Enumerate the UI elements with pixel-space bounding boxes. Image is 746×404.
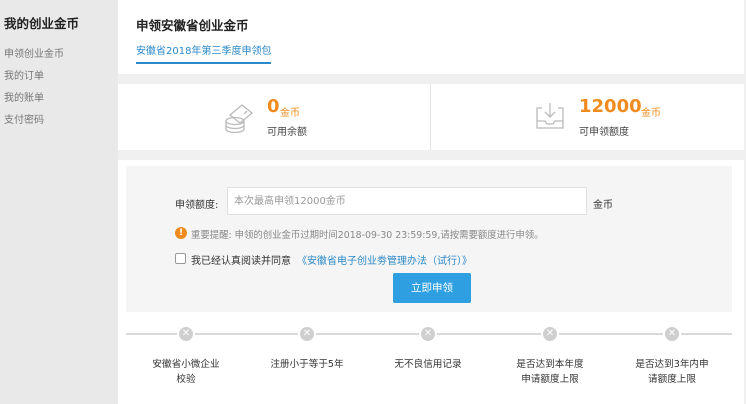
page-title: 申领安徽省创业金币 — [136, 18, 249, 33]
step-label: 无不良信用记录 — [394, 359, 462, 370]
warning-icon: ! — [175, 227, 187, 239]
main-content: 申领安徽省创业金币 安徽省2018年第三季度申领包 0 金币 可用余额 1200… — [118, 0, 744, 404]
sidebar: 我的创业金币 申领创业金币 我的订单 我的账单 支付密码 — [0, 0, 118, 404]
stats-divider — [430, 84, 431, 150]
expiry-notice: 重要提醒: 申领的创业金币过期时间2018-09-30 23:59:59,请按需… — [191, 230, 544, 241]
step-label: 是否达到本年度 申请额度上限 — [516, 359, 584, 385]
download-tray-icon — [536, 103, 564, 129]
x-icon: ✕ — [177, 325, 195, 343]
tab-q3-package[interactable]: 安徽省2018年第三季度申领包 — [136, 42, 272, 64]
eligibility-steps: ✕ 安徽省小微企业 校验 ✕ 注册小于等于5年 ✕ 无不良信用记录 ✕ 是否达到… — [126, 320, 732, 404]
balance-value: 0 — [267, 96, 280, 117]
balance-label: 可用余额 — [267, 127, 307, 138]
agree-text: 我已经认真阅读并同意 — [191, 256, 291, 267]
quota-label: 可申领额度 — [579, 127, 629, 138]
apply-form: 申领额度: 金币 ! 重要提醒: 申领的创业金币过期时间2018-09-30 2… — [126, 166, 732, 312]
x-icon: ✕ — [298, 325, 316, 343]
amount-input[interactable] — [227, 187, 587, 215]
sidebar-item-pay-password[interactable]: 支付密码 — [4, 111, 44, 126]
sidebar-item-orders[interactable]: 我的订单 — [4, 67, 44, 82]
quota-unit: 金币 — [641, 108, 661, 119]
x-icon: ✕ — [663, 325, 681, 343]
sidebar-item-apply[interactable]: 申领创业金币 — [4, 45, 64, 60]
sidebar-item-bills[interactable]: 我的账单 — [4, 89, 44, 104]
apply-now-button[interactable]: 立即申领 — [393, 273, 471, 303]
stats-panel: 0 金币 可用余额 12000 金币 可申领额度 — [118, 84, 744, 150]
coins-icon — [225, 104, 254, 134]
apply-panel: 申领额度: 金币 ! 重要提醒: 申领的创业金币过期时间2018-09-30 2… — [118, 160, 744, 404]
step-label: 注册小于等于5年 — [270, 359, 344, 370]
amount-label: 申领额度: — [175, 200, 219, 211]
x-icon: ✕ — [419, 325, 437, 343]
balance-unit: 金币 — [280, 108, 300, 119]
x-icon: ✕ — [541, 325, 559, 343]
sidebar-title: 我的创业金币 — [4, 16, 80, 31]
quota-value: 12000 — [579, 96, 642, 117]
step-label: 安徽省小微企业 校验 — [152, 359, 220, 385]
step-label: 是否达到3年内申 请额度上限 — [635, 359, 709, 385]
header-panel: 申领安徽省创业金币 安徽省2018年第三季度申领包 — [118, 0, 744, 74]
policy-link[interactable]: 《安徽省电子创业劵管理办法（试行）》 — [297, 252, 472, 267]
amount-unit: 金币 — [593, 200, 613, 211]
agree-checkbox[interactable] — [175, 253, 186, 264]
